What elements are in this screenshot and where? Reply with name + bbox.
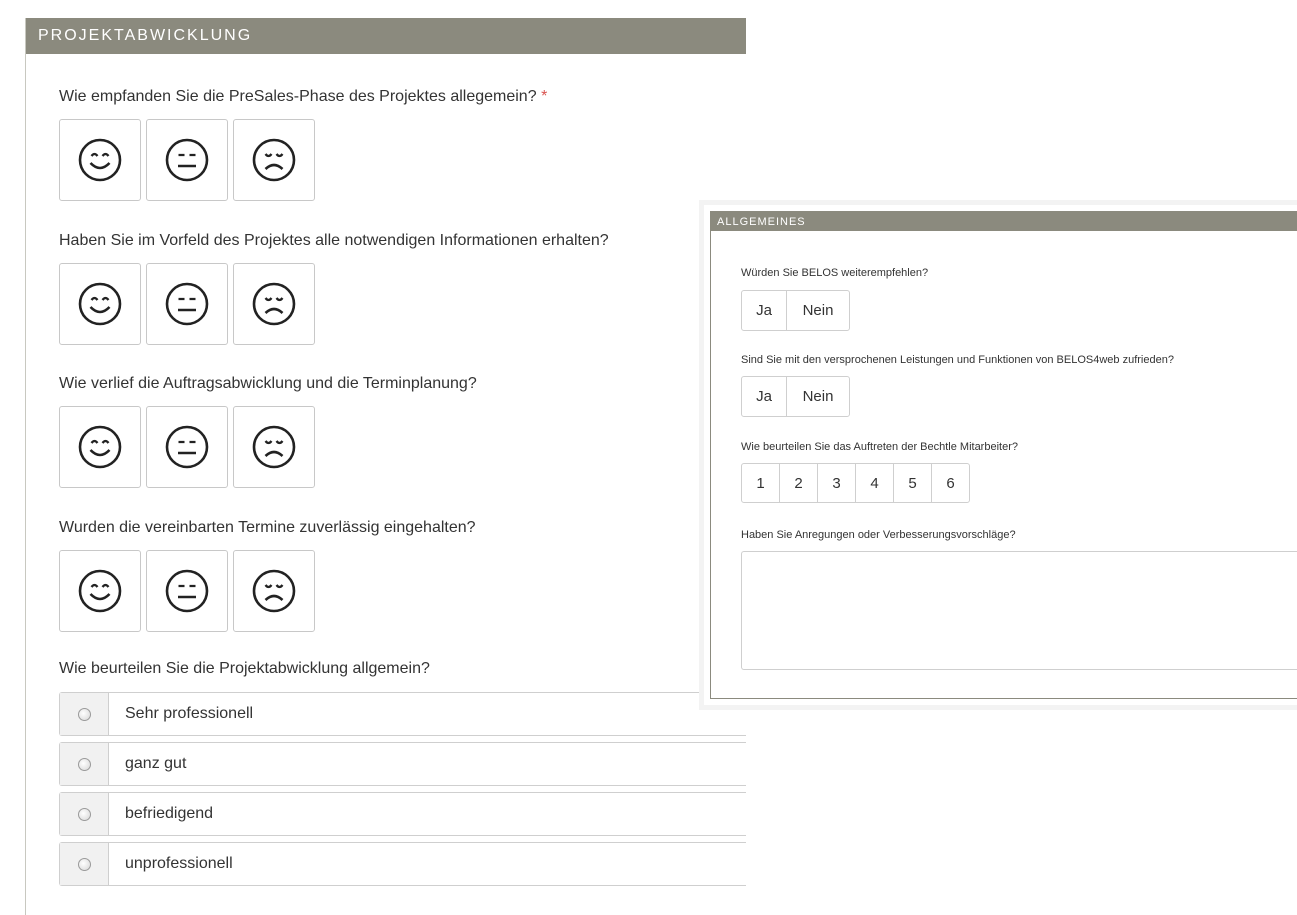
overall-radio-group: Sehr professionell ganz gut befriedigend… — [59, 692, 746, 892]
smiley-happy-button[interactable] — [59, 406, 141, 488]
panel-title: PROJEKTABWICKLUNG — [26, 18, 746, 54]
radio-option[interactable]: Sehr professionell — [59, 692, 746, 736]
question-termine: Wurden die vereinbarten Termine zuverläs… — [59, 519, 476, 536]
smiley-sad-icon — [252, 569, 296, 613]
panel-title: ALLGEMEINES — [711, 212, 1297, 231]
radio-option[interactable]: ganz gut — [59, 742, 746, 786]
rating-6-button[interactable]: 6 — [931, 463, 970, 503]
zufrieden-toggle: Ja Nein — [741, 376, 850, 417]
smiley-sad-button[interactable] — [233, 263, 315, 345]
smiley-sad-button[interactable] — [233, 550, 315, 632]
question-auftreten: Wie beurteilen Sie das Auftreten der Bec… — [741, 441, 1018, 453]
smiley-sad-icon — [252, 138, 296, 182]
smiley-neutral-icon — [165, 569, 209, 613]
smiley-row-termine — [59, 550, 315, 632]
smiley-happy-icon — [78, 425, 122, 469]
smiley-neutral-button[interactable] — [146, 119, 228, 201]
radio-label: ganz gut — [125, 755, 187, 772]
smiley-neutral-icon — [165, 425, 209, 469]
smiley-neutral-icon — [165, 138, 209, 182]
radio-label: unprofessionell — [125, 855, 233, 872]
smiley-row-informationen — [59, 263, 315, 345]
smiley-neutral-button[interactable] — [146, 550, 228, 632]
radio-label: Sehr professionell — [125, 705, 254, 722]
required-mark: * — [541, 88, 548, 105]
smiley-neutral-button[interactable] — [146, 263, 228, 345]
radio-option[interactable]: unprofessionell — [59, 842, 746, 886]
ja-button[interactable]: Ja — [741, 290, 787, 331]
smiley-happy-button[interactable] — [59, 263, 141, 345]
radio-icon[interactable] — [77, 857, 91, 871]
rating-2-button[interactable]: 2 — [779, 463, 818, 503]
smiley-happy-button[interactable] — [59, 550, 141, 632]
question-informationen: Haben Sie im Vorfeld des Projektes alle … — [59, 232, 609, 249]
question-zufrieden: Sind Sie mit den versprochenen Leistunge… — [741, 354, 1174, 366]
radio-option[interactable]: befriedigend — [59, 792, 746, 836]
allgemeines-panel: ALLGEMEINES Würden Sie BELOS weiterempfe… — [704, 205, 1297, 705]
smiley-row-presales — [59, 119, 315, 201]
smiley-sad-icon — [252, 425, 296, 469]
question-auftragsabwicklung: Wie verlief die Auftragsabwicklung und d… — [59, 375, 477, 392]
question-overall: Wie beurteilen Sie die Projektabwicklung… — [59, 660, 430, 677]
smiley-sad-button[interactable] — [233, 119, 315, 201]
smiley-happy-icon — [78, 138, 122, 182]
rating-5-button[interactable]: 5 — [893, 463, 932, 503]
radio-label: befriedigend — [125, 805, 214, 822]
rating-3-button[interactable]: 3 — [817, 463, 856, 503]
radio-icon[interactable] — [77, 757, 91, 771]
smiley-sad-icon — [252, 282, 296, 326]
anregungen-textarea[interactable] — [741, 551, 1297, 670]
ja-button[interactable]: Ja — [741, 376, 787, 417]
radio-icon[interactable] — [77, 707, 91, 721]
smiley-happy-button[interactable] — [59, 119, 141, 201]
question-weiterempfehlen: Würden Sie BELOS weiterempfehlen? — [741, 267, 929, 279]
smiley-neutral-icon — [165, 282, 209, 326]
smiley-sad-button[interactable] — [233, 406, 315, 488]
smiley-row-auftragsabwicklung — [59, 406, 315, 488]
nein-button[interactable]: Nein — [786, 290, 850, 331]
projektabwicklung-panel: PROJEKTABWICKLUNG Wie empfanden Sie die … — [25, 18, 746, 915]
rating-1-button[interactable]: 1 — [741, 463, 780, 503]
smiley-happy-icon — [78, 569, 122, 613]
weiterempfehlen-toggle: Ja Nein — [741, 290, 850, 331]
radio-icon[interactable] — [77, 807, 91, 821]
question-presales: Wie empfanden Sie die PreSales-Phase des… — [59, 88, 548, 105]
rating-group: 1 2 3 4 5 6 — [741, 463, 970, 503]
smiley-happy-icon — [78, 282, 122, 326]
rating-4-button[interactable]: 4 — [855, 463, 894, 503]
smiley-neutral-button[interactable] — [146, 406, 228, 488]
nein-button[interactable]: Nein — [786, 376, 850, 417]
question-anregungen: Haben Sie Anregungen oder Verbesserungsv… — [741, 529, 1016, 541]
